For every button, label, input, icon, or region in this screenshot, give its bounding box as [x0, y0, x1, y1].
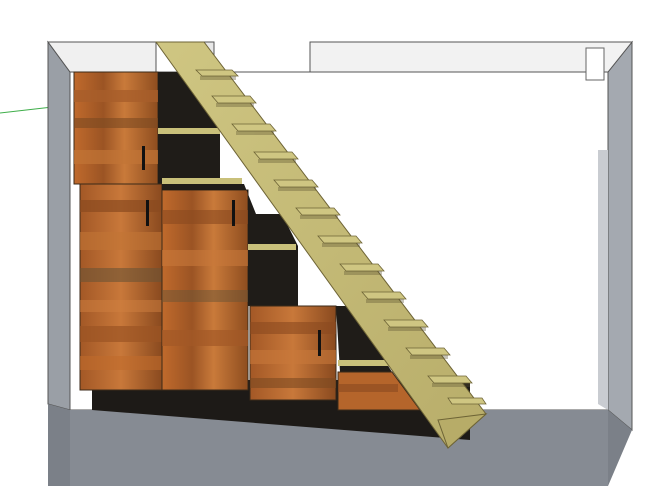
cabinet-handle [318, 330, 321, 356]
under-stair-storage-model[interactable] [0, 0, 661, 493]
right-wall-side [607, 40, 633, 432]
cabinet-handle [232, 200, 235, 226]
ceiling-block-right [309, 41, 634, 73]
cabinet-handle [146, 200, 149, 226]
cabinet-handle [142, 146, 145, 170]
left-wall-side [47, 40, 71, 411]
model-viewport[interactable] [0, 0, 661, 493]
